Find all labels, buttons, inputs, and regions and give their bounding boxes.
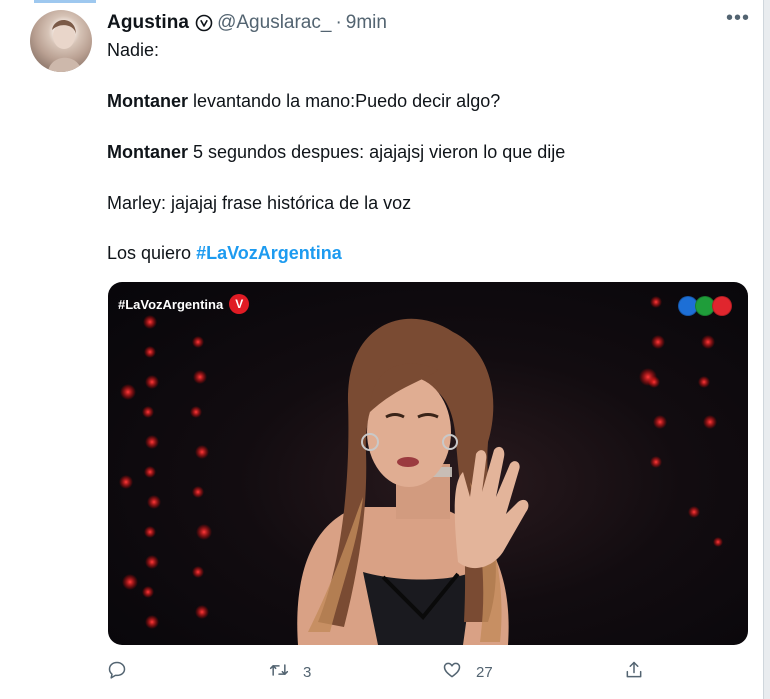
avatar[interactable]: [30, 10, 92, 72]
red-dot: [712, 296, 732, 316]
avatar-image: [48, 19, 82, 72]
tweet-line-2: Montaner levantando la mano:Puedo decir …: [107, 91, 500, 112]
tweet-line-2-text: levantando la mano:Puedo decir algo?: [188, 91, 501, 111]
video-overlay-tag: #LaVozArgentina V: [118, 294, 250, 314]
more-options-icon[interactable]: •••: [726, 8, 750, 32]
share-icon: [624, 660, 644, 684]
retweet-count: 3: [303, 663, 312, 681]
retweet-icon: [269, 660, 289, 684]
channel-dots-icon: [678, 296, 732, 316]
overlay-hashtag: #LaVozArgentina: [118, 296, 224, 312]
reply-icon: [107, 660, 127, 684]
tweet-line-5: Los quiero #LaVozArgentina: [107, 243, 342, 264]
separator-dot: ·: [335, 12, 342, 33]
tweet-line-3-bold: Montaner: [107, 142, 188, 162]
hashtag-link[interactable]: #LaVozArgentina: [196, 243, 342, 263]
scrollbar-track[interactable]: [763, 0, 770, 699]
share-button[interactable]: [624, 660, 644, 684]
tweet-line-3-text: 5 segundos despues: ajajajsj vieron lo q…: [188, 142, 566, 162]
tweet-line-5-text: Los quiero: [107, 243, 197, 263]
reply-button[interactable]: [107, 660, 141, 684]
channel-logo-icon: V: [229, 294, 250, 314]
verified-icon: [195, 14, 213, 32]
tweet-line-4: Marley: jajajaj frase histórica de la vo…: [107, 193, 412, 213]
timestamp[interactable]: 9min: [346, 12, 387, 34]
like-count: 27: [476, 663, 493, 681]
tweet-header: Agustina @Aguslarac_ · 9min: [107, 12, 387, 34]
top-highlight-line: [34, 0, 96, 3]
like-button[interactable]: 27: [442, 660, 493, 684]
tweet-line-2-bold: Montaner: [107, 91, 188, 111]
tweet-line-3: Montaner 5 segundos despues: ajajajsj vi…: [107, 142, 565, 163]
video-frame-image: [119, 296, 723, 645]
author-name[interactable]: Agustina: [107, 12, 189, 34]
tweet-actions: 3 27: [107, 660, 647, 688]
heart-icon: [442, 660, 462, 684]
retweet-button[interactable]: 3: [269, 660, 311, 684]
media-video[interactable]: #LaVozArgentina V: [108, 282, 748, 645]
author-handle[interactable]: @Aguslarac_: [217, 12, 331, 34]
tweet-line-1: Nadie:: [107, 40, 160, 60]
